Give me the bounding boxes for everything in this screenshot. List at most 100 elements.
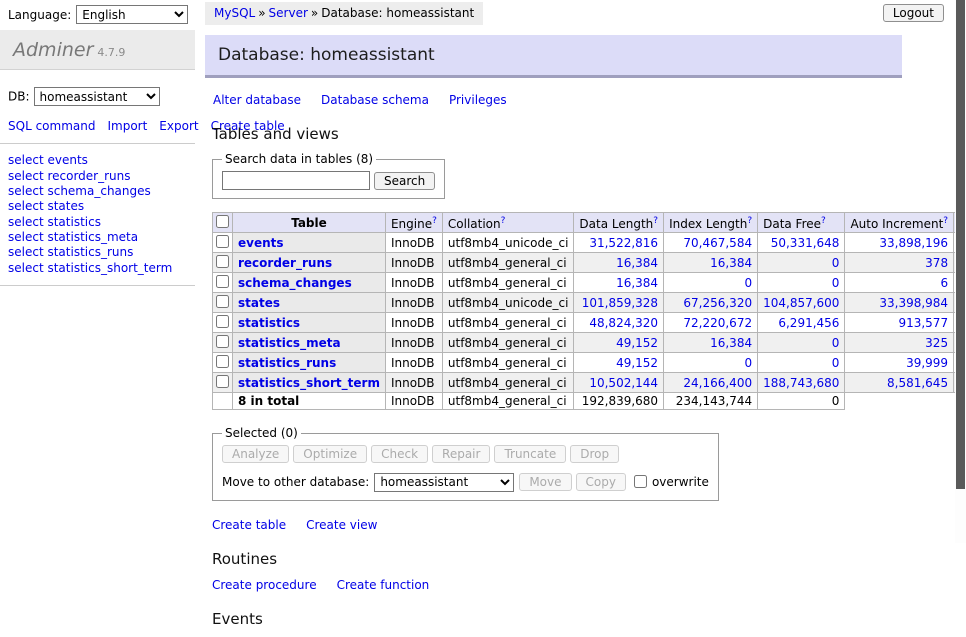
link-sql-command[interactable]: SQL command: [8, 119, 95, 133]
value-link-auto-increment[interactable]: 6: [940, 276, 948, 290]
row-checkbox[interactable]: [216, 255, 229, 268]
value-link-data-length[interactable]: 16,384: [616, 256, 658, 270]
value-link-data-length[interactable]: 49,152: [616, 336, 658, 350]
column-help-link[interactable]: ?: [943, 216, 948, 226]
link-select-schema-changes[interactable]: select schema_changes: [8, 184, 187, 199]
search-input[interactable]: [222, 171, 370, 190]
breadcrumb-separator: »: [311, 6, 318, 20]
column-help-link[interactable]: ?: [747, 216, 752, 226]
value-link-index-length[interactable]: 24,166,400: [683, 376, 752, 390]
link-select-states[interactable]: select states: [8, 199, 187, 214]
value-link-index-length[interactable]: 0: [744, 276, 752, 290]
value-link-index-length[interactable]: 72,220,672: [683, 316, 752, 330]
link-create-view[interactable]: Create view: [306, 518, 377, 532]
row-checkbox[interactable]: [216, 335, 229, 348]
column-help-link[interactable]: ?: [653, 216, 658, 226]
link-create-function[interactable]: Create function: [337, 578, 430, 592]
vertical-scrollbar[interactable]: [955, 0, 966, 543]
db-select[interactable]: homeassistant: [34, 87, 160, 106]
value-link-data-length[interactable]: 48,824,320: [589, 316, 658, 330]
adminer-logo[interactable]: Adminer4.7.9: [0, 30, 195, 70]
row-checkbox[interactable]: [216, 235, 229, 248]
table-name-link[interactable]: statistics_short_term: [238, 376, 380, 390]
move-db-select[interactable]: homeassistant: [374, 473, 514, 492]
value-link-auto-increment[interactable]: 39,999: [906, 356, 948, 370]
sidebar-actions: SQL commandImportExportCreate table: [8, 118, 186, 134]
cell-auto-increment: 6: [845, 273, 954, 293]
value-link-data-free[interactable]: 6,291,456: [778, 316, 839, 330]
row-checkbox[interactable]: [216, 375, 229, 388]
table-name-link[interactable]: statistics: [238, 316, 300, 330]
row-checkbox[interactable]: [216, 355, 229, 368]
link-database-schema[interactable]: Database schema: [321, 93, 429, 107]
value-link-index-length[interactable]: 16,384: [710, 336, 752, 350]
link-select-statistics-runs[interactable]: select statistics_runs: [8, 245, 187, 260]
value-link-index-length[interactable]: 0: [744, 356, 752, 370]
value-link-data-length[interactable]: 10,502,144: [589, 376, 658, 390]
value-link-auto-increment[interactable]: 378: [925, 256, 948, 270]
breadcrumb-link-server[interactable]: Server: [269, 6, 308, 20]
breadcrumb-link-mysql[interactable]: MySQL: [214, 6, 255, 20]
row-checkbox[interactable]: [216, 295, 229, 308]
value-link-auto-increment[interactable]: 325: [925, 336, 948, 350]
table-name-link[interactable]: schema_changes: [238, 276, 352, 290]
value-link-index-length[interactable]: 67,256,320: [683, 296, 752, 310]
optimize-button[interactable]: Optimize: [293, 445, 367, 463]
value-link-auto-increment[interactable]: 913,577: [898, 316, 948, 330]
row-checkbox[interactable]: [216, 315, 229, 328]
value-link-data-free[interactable]: 0: [832, 256, 840, 270]
link-select-statistics[interactable]: select statistics: [8, 215, 187, 230]
link-privileges[interactable]: Privileges: [449, 93, 507, 107]
value-link-data-length[interactable]: 49,152: [616, 356, 658, 370]
link-select-statistics-meta[interactable]: select statistics_meta: [8, 230, 187, 245]
value-link-auto-increment[interactable]: 33,898,196: [879, 236, 948, 250]
select-all-checkbox[interactable]: [216, 215, 229, 228]
truncate-button[interactable]: Truncate: [494, 445, 566, 463]
link-import[interactable]: Import: [107, 119, 147, 133]
value-link-data-free[interactable]: 0: [832, 276, 840, 290]
value-link-data-length[interactable]: 16,384: [616, 276, 658, 290]
row-checkbox[interactable]: [216, 275, 229, 288]
value-link-data-length[interactable]: 101,859,328: [582, 296, 658, 310]
table-name-link[interactable]: events: [238, 236, 284, 250]
move-button[interactable]: Move: [519, 473, 571, 491]
table-name-link[interactable]: recorder_runs: [238, 256, 332, 270]
link-select-recorder-runs[interactable]: select recorder_runs: [8, 169, 187, 184]
search-button[interactable]: Search: [374, 172, 435, 190]
value-link-data-free[interactable]: 0: [832, 356, 840, 370]
value-link-auto-increment[interactable]: 8,581,645: [887, 376, 948, 390]
link-create-table[interactable]: Create table: [212, 518, 286, 532]
link-alter-database[interactable]: Alter database: [213, 93, 301, 107]
analyze-button[interactable]: Analyze: [222, 445, 289, 463]
table-name-link[interactable]: states: [238, 296, 280, 310]
cell-engine: InnoDB: [385, 273, 442, 293]
value-link-auto-increment[interactable]: 33,398,984: [879, 296, 948, 310]
table-name-link[interactable]: statistics_runs: [238, 356, 336, 370]
table-name-link[interactable]: statistics_meta: [238, 336, 341, 350]
link-select-statistics-short-term[interactable]: select statistics_short_term: [8, 261, 187, 276]
value-link-data-free[interactable]: 104,857,600: [763, 296, 839, 310]
link-export[interactable]: Export: [159, 119, 198, 133]
value-link-data-free[interactable]: 0: [832, 336, 840, 350]
tables-overview-table: TableEngine?Collation?Data Length?Index …: [212, 212, 966, 410]
cell-data-length: 49,152: [574, 353, 664, 373]
column-help-link[interactable]: ?: [821, 216, 826, 226]
repair-button[interactable]: Repair: [432, 445, 490, 463]
link-create-procedure[interactable]: Create procedure: [212, 578, 317, 592]
column-help-link[interactable]: ?: [432, 216, 437, 226]
link-select-events[interactable]: select events: [8, 153, 187, 168]
value-link-data-free[interactable]: 188,743,680: [763, 376, 839, 390]
value-link-index-length[interactable]: 70,467,584: [683, 236, 752, 250]
overwrite-checkbox[interactable]: [634, 475, 647, 488]
scrollbar-thumb[interactable]: [956, 0, 965, 489]
column-help-link[interactable]: ?: [501, 216, 506, 226]
value-link-index-length[interactable]: 16,384: [710, 256, 752, 270]
copy-button[interactable]: Copy: [576, 473, 626, 491]
language-select[interactable]: English: [76, 5, 188, 24]
drop-button[interactable]: Drop: [570, 445, 619, 463]
value-link-data-free[interactable]: 50,331,648: [771, 236, 840, 250]
app-version: 4.7.9: [97, 46, 125, 59]
value-link-data-length[interactable]: 31,522,816: [589, 236, 658, 250]
check-button[interactable]: Check: [371, 445, 428, 463]
cell-index-length: 0: [664, 353, 758, 373]
